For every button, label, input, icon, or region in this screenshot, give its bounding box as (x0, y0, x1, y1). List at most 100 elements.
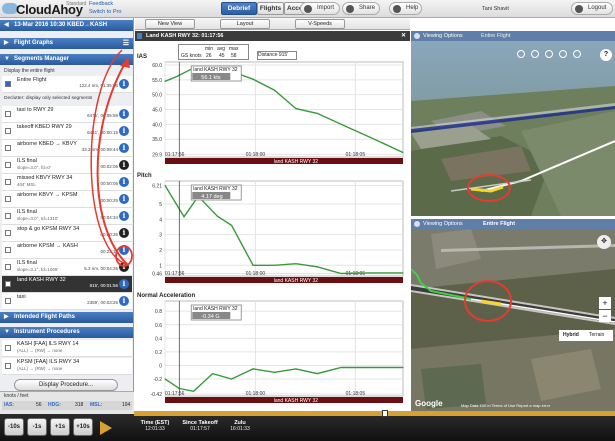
logout-button[interactable]: Logout (571, 2, 613, 15)
segment-name: airborne KPSM → KASH (17, 243, 78, 249)
segment-row[interactable]: stop & go KPSM RWY 34 00:00:26 i (2, 225, 132, 242)
view-toolbar: New View Layout V-Speeds (135, 18, 410, 30)
vspeeds-button[interactable]: V-Speeds (295, 19, 345, 29)
new-view-button[interactable]: New View (145, 19, 195, 29)
play-icon[interactable] (100, 421, 112, 435)
info-icon[interactable]: i (119, 194, 129, 204)
viewing-options-3d[interactable]: Viewing Options (423, 31, 463, 41)
settings-icon[interactable] (414, 33, 420, 39)
view-control-icon[interactable] (545, 50, 553, 58)
segment-checkbox[interactable] (5, 162, 11, 168)
segment-row[interactable]: airborne KBVY → KPSM 00:00:25 i (2, 191, 132, 208)
cloudahoy-logo[interactable]: CloudAhoy Standard (2, 1, 102, 17)
data-point (273, 89, 276, 91)
segment-checkbox[interactable] (5, 281, 11, 287)
fwd-10s-button[interactable]: +10s (73, 418, 93, 436)
segment-row[interactable]: taxi 2359', 00:03:26 i (2, 293, 132, 310)
info-icon[interactable]: i (119, 143, 129, 153)
segment-row[interactable]: airborne KBED → KBVY 33.2 nm, 00:09:44 i (2, 140, 132, 157)
flight-graphs-header[interactable]: ▶ Flight Graphs ☰ (0, 38, 133, 49)
menu-icon[interactable]: ☰ (123, 38, 129, 49)
vspeeds-label: V-Speeds (308, 21, 332, 27)
display-procedure-button[interactable]: Display Procedure... (14, 379, 118, 391)
info-icon[interactable]: i (119, 109, 129, 119)
feedback-link[interactable]: Feedback (89, 1, 113, 7)
fwd-1s-button[interactable]: +1s (50, 418, 70, 436)
segment-row[interactable]: takeoff KBED RWY 29 6441', 00:00:15 i (2, 123, 132, 140)
y-tick-label: 35.0 (152, 137, 162, 143)
info-icon[interactable]: i (119, 79, 129, 89)
map-2d[interactable]: ✥ + − Hybrid Terrain Google Map Data 100… (411, 229, 615, 411)
segments-manager-header[interactable]: ▼ Segments Manager (0, 54, 133, 65)
info-icon[interactable]: i (119, 245, 129, 255)
hdg-label: HDG: (48, 402, 61, 408)
info-icon[interactable]: i (119, 211, 129, 221)
instrument-procedures-header[interactable]: ▼ Instrument Procedures (0, 327, 133, 338)
segment-checkbox[interactable] (5, 264, 11, 270)
hybrid-option[interactable]: Hybrid (563, 330, 579, 341)
procedure-row[interactable]: KASH [FAA] ILS RWY 14 (ALL) → (RW) → none (2, 340, 132, 357)
view-3d[interactable]: ? (411, 41, 615, 216)
timeline-scrubber[interactable] (134, 411, 615, 416)
layout-label: Layout (236, 21, 254, 27)
segment-checkbox[interactable] (5, 111, 11, 117)
segment-checkbox[interactable] (5, 196, 11, 202)
segment-row[interactable]: missed KBVY RWY 34 404' MSL 00:00:05 i (2, 174, 132, 191)
segment-row[interactable]: taxi to RWY 29 6471', 00:05:59 i (2, 106, 132, 123)
procedure-checkbox[interactable] (5, 345, 11, 351)
intended-paths-header[interactable]: ▶ Intended Flight Paths (0, 312, 133, 323)
data-point (252, 78, 254, 80)
close-icon[interactable]: ✕ (401, 31, 406, 41)
segment-row[interactable]: ILS final slope=3.0°, td=1310' 00:04:34 i (2, 208, 132, 225)
share-icon (346, 5, 354, 13)
segment-checkbox[interactable] (5, 128, 11, 134)
segment-row[interactable]: ILS final slope=3.0°, fd=0' 00:02:06 i (2, 157, 132, 174)
entire-flight-checkbox[interactable] (5, 81, 11, 87)
info-icon[interactable]: i (119, 279, 129, 289)
segment-checkbox[interactable] (5, 298, 11, 304)
segment-checkbox[interactable] (5, 247, 11, 253)
map-type-selector[interactable]: Hybrid Terrain (559, 330, 613, 341)
info-icon[interactable]: i (119, 126, 129, 136)
info-icon[interactable]: i (119, 177, 129, 187)
import-button[interactable]: Import (300, 2, 340, 15)
map-attribution[interactable]: Map Data 100 m Terms of Use Report a map… (461, 403, 550, 408)
view-control-icon[interactable] (531, 50, 539, 58)
view-control-icon[interactable] (559, 50, 567, 58)
zoom-in-button[interactable]: + (599, 297, 611, 309)
terrain-option[interactable]: Terrain (589, 330, 604, 341)
layout-button[interactable]: Layout (220, 19, 270, 29)
tab-flights[interactable]: Flights (257, 2, 284, 15)
help-icon[interactable]: ? (600, 49, 612, 61)
y-tick-label: 55.0 (152, 78, 162, 84)
back-10s-button[interactable]: -10s (4, 418, 24, 436)
entire-flight-row[interactable]: Entire Flight 122.4 nm, 01:35:06 i (2, 76, 132, 93)
view-control-icon[interactable] (517, 50, 525, 58)
help-button[interactable]: Help (389, 2, 422, 15)
segment-checkbox[interactable] (5, 179, 11, 185)
charts-svg[interactable]: IAS 60.0 55.0 50.0 45.0 40.0 35.0 29.9 land KASH… (135, 41, 410, 414)
flight-title-bar[interactable]: ◀ 13-Mar 2016 10:30 KBED→KASH (0, 20, 133, 31)
procedure-checkbox[interactable] (5, 363, 11, 369)
view-control-icon[interactable] (573, 50, 581, 58)
segment-row-selected[interactable]: land KASH RWY 32 815', 00:01:56 i (2, 276, 132, 293)
segment-checkbox[interactable] (5, 213, 11, 219)
info-icon[interactable]: i (119, 296, 129, 306)
zoom-out-button[interactable]: − (599, 310, 611, 322)
segment-checkbox[interactable] (5, 145, 11, 151)
scrubber-handle[interactable] (382, 410, 388, 417)
switch-pro-link[interactable]: Switch to Pro (89, 9, 121, 15)
info-icon[interactable]: i (119, 228, 129, 238)
share-button[interactable]: Share (342, 2, 380, 15)
info-icon[interactable]: i (119, 262, 129, 272)
segment-checkbox[interactable] (5, 230, 11, 236)
tab-debrief[interactable]: Debrief (221, 2, 257, 15)
back-1s-button[interactable]: -1s (27, 418, 47, 436)
segment-row[interactable]: ILS final slope=3.1°, fd=1065' 5.3 nm, 00:… (2, 259, 132, 276)
procedure-row[interactable]: KPSM [FAA] ILS RWY 34 (ALL) → (RW) → none (2, 358, 132, 375)
settings-icon[interactable] (414, 221, 420, 227)
info-icon[interactable]: i (119, 160, 129, 170)
pan-control-icon[interactable]: ✥ (597, 235, 611, 249)
viewing-options-2d[interactable]: Viewing Options (423, 219, 463, 229)
segment-row[interactable]: airborne KPSM → KASH 00:23:14 i (2, 242, 132, 259)
